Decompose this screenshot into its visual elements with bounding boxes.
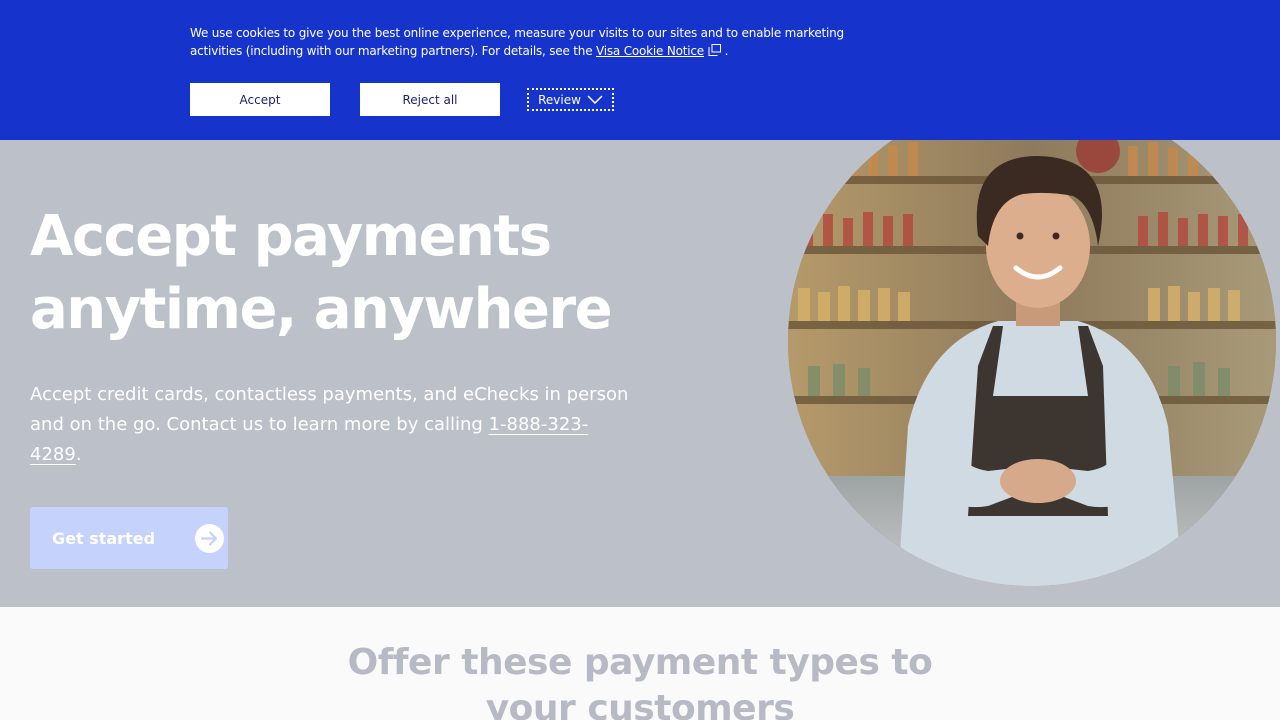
arrow-right-circle-icon xyxy=(195,523,225,553)
chevron-down-icon xyxy=(587,95,603,104)
cookie-banner: We use cookies to give you the best onli… xyxy=(0,0,1280,140)
external-link-icon xyxy=(708,44,721,56)
payment-types-heading: Offer these payment types to your custom… xyxy=(347,642,933,720)
hero-subtitle-end: . xyxy=(75,444,82,465)
review-cookies-button[interactable]: Review xyxy=(527,88,614,111)
cookie-message-text: We use cookies to give you the best onli… xyxy=(190,26,844,58)
cookie-message: We use cookies to give you the best onli… xyxy=(190,24,890,60)
hero-section: Accept payments anytime, anywhere Accept… xyxy=(0,140,1280,607)
smiling-merchant-photo xyxy=(788,140,1276,586)
get-started-button[interactable]: Get started xyxy=(30,507,228,569)
accept-cookies-button[interactable]: Accept xyxy=(190,83,330,116)
get-started-label: Get started xyxy=(52,528,156,548)
hero-subtitle: Accept credit cards, contactless payment… xyxy=(30,380,630,470)
cookie-notice-link[interactable]: Visa Cookie Notice xyxy=(596,44,704,58)
reject-all-cookies-button[interactable]: Reject all xyxy=(360,83,500,116)
merchant-photo-illustration xyxy=(788,140,1276,586)
review-label: Review xyxy=(538,92,581,107)
cookie-message-end: . xyxy=(720,44,729,58)
hero-title: Accept payments anytime, anywhere xyxy=(30,204,613,342)
